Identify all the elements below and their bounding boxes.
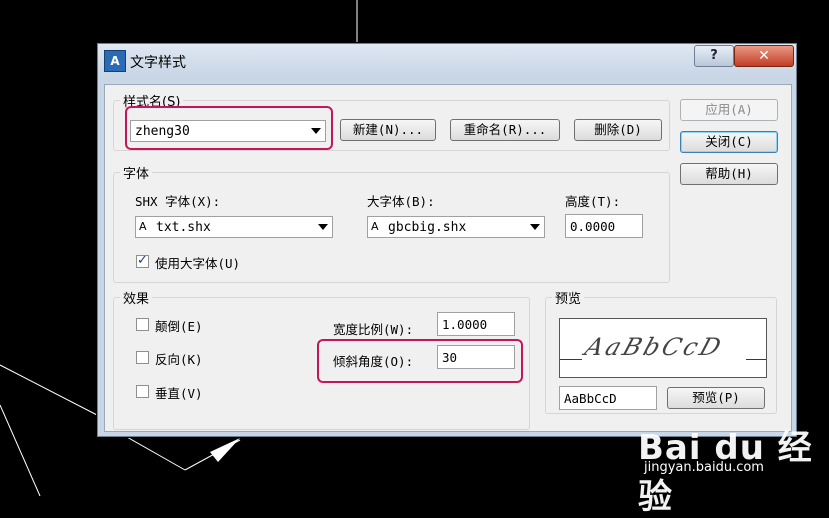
- style-name-highlight: [125, 106, 333, 150]
- upside-down-checkbox[interactable]: [136, 318, 149, 331]
- oblique-angle-highlight: [317, 339, 523, 383]
- backwards-checkbox[interactable]: [136, 351, 149, 364]
- chevron-down-icon: [318, 224, 328, 230]
- preview-baseline-right: [746, 359, 766, 360]
- dialog-client-area: 样式名(S) zheng30 新建(N)... 重命名(R)... 删除(D) …: [104, 84, 792, 432]
- titlebar-help-button[interactable]: ?: [694, 45, 734, 67]
- width-factor-input[interactable]: 1.0000: [437, 312, 515, 336]
- preview-text-input[interactable]: AaBbCcD: [559, 386, 657, 410]
- preview-sample-text: AaBbCcD: [581, 333, 728, 361]
- shx-font-select[interactable]: A txt.shx: [135, 216, 333, 238]
- effects-legend: 效果: [123, 292, 150, 307]
- apply-button[interactable]: 应用(A): [680, 99, 778, 121]
- cad-font-icon: A: [371, 220, 379, 233]
- bigfont-select[interactable]: A gbcbig.shx: [367, 216, 545, 238]
- preview-baseline-left: [560, 359, 582, 360]
- new-style-button[interactable]: 新建(N)...: [340, 119, 436, 141]
- font-legend: 字体: [123, 167, 150, 182]
- vertical-label: 垂直(V): [155, 386, 203, 401]
- titlebar-close-button[interactable]: ✕: [734, 45, 794, 67]
- rename-style-button[interactable]: 重命名(R)...: [450, 119, 560, 141]
- width-factor-label: 宽度比例(W):: [333, 322, 414, 337]
- use-bigfont-checkbox[interactable]: [136, 253, 149, 268]
- height-input[interactable]: 0.0000: [565, 214, 643, 238]
- use-bigfont-label: 使用大字体(U): [155, 256, 241, 271]
- dialog-title: 文字样式: [130, 55, 186, 71]
- cad-font-icon: A: [139, 220, 147, 233]
- chevron-down-icon: [530, 224, 540, 230]
- width-factor-value: 1.0000: [442, 317, 488, 332]
- height-value: 0.0000: [570, 219, 616, 234]
- vertical-checkbox[interactable]: [136, 385, 149, 398]
- text-style-app-icon: A: [104, 50, 126, 72]
- shx-font-value: txt.shx: [156, 220, 211, 235]
- watermark-url: jingyan.baidu.com: [644, 460, 764, 475]
- backwards-label: 反向(K): [155, 352, 203, 367]
- text-style-dialog: A 文字样式 ? ✕ 样式名(S) zheng30 新建(N)... 重命名(R…: [97, 43, 797, 437]
- preview-button[interactable]: 预览(P): [667, 387, 765, 409]
- delete-style-button[interactable]: 删除(D): [574, 119, 662, 141]
- title-bar[interactable]: A 文字样式 ? ✕: [98, 44, 796, 76]
- bigfont-label: 大字体(B):: [367, 194, 435, 209]
- upside-down-label: 颠倒(E): [155, 319, 203, 334]
- baidu-jingyan-watermark: Bai du 经验 jingyan.baidu.com: [638, 420, 829, 518]
- help-button[interactable]: 帮助(H): [680, 163, 778, 185]
- preview-input-value: AaBbCcD: [564, 391, 617, 406]
- height-label: 高度(T):: [565, 194, 621, 209]
- bigfont-value: gbcbig.shx: [388, 220, 467, 235]
- preview-canvas: AaBbCcD: [559, 318, 767, 378]
- preview-legend: 预览: [555, 292, 582, 307]
- close-button[interactable]: 关闭(C): [680, 131, 778, 153]
- shx-font-label: SHX 字体(X):: [135, 194, 221, 209]
